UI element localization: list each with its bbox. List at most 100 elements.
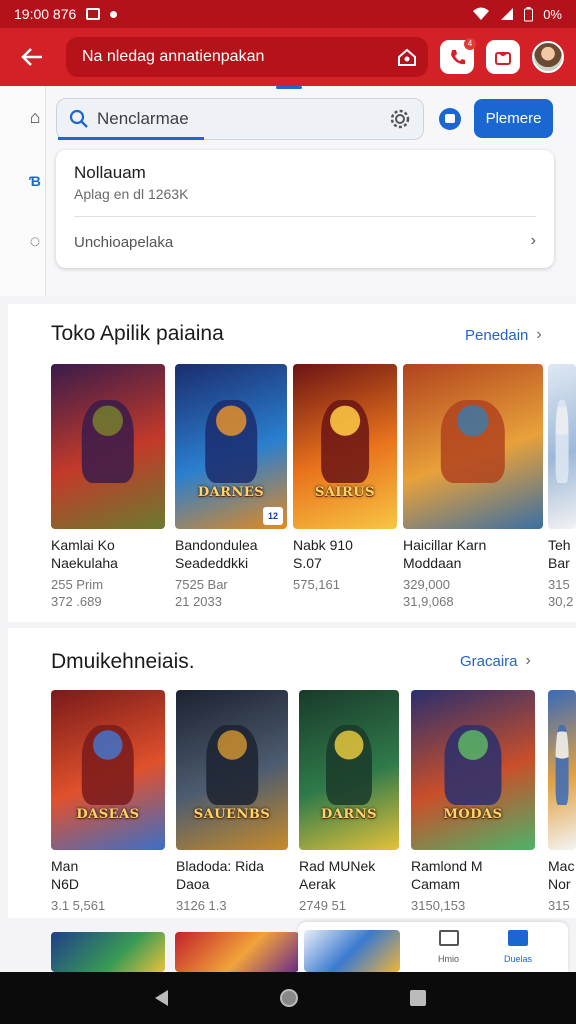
side-rail: ⌂ Ɓ ◌	[0, 86, 46, 296]
app-card[interactable]: DASEAS Man N6D 3.1 5,561	[51, 690, 165, 914]
calls-button[interactable]: 4	[440, 38, 476, 74]
see-more-link[interactable]: Penedain ›	[465, 326, 542, 344]
app-bar: Na nledag annatienpakan 4	[0, 28, 576, 86]
app-meta: 329,000 31,9,068	[403, 576, 543, 610]
app-name: Mac Nor	[548, 857, 576, 893]
game-logo: DASEAS	[76, 807, 140, 823]
partial-app-thumbnail[interactable]	[51, 932, 165, 972]
tab-icon	[508, 930, 528, 946]
app-artwork	[403, 364, 543, 529]
app-artwork: MODAS	[411, 690, 535, 850]
app-name-line: Bladoda: Rida	[176, 858, 264, 874]
see-more-label: Penedain	[465, 326, 529, 344]
app-card[interactable]: SAIRUS Nabk 910 S.07 575,161	[293, 364, 397, 593]
app-name: Bandondulea Seadeddkki	[175, 536, 287, 572]
app-artwork	[51, 364, 165, 529]
tab-home[interactable]: Hmio	[438, 930, 459, 964]
hero-figure	[321, 400, 369, 483]
search-input[interactable]: Nenclarmae	[56, 98, 424, 140]
game-logo: DARNS	[321, 807, 377, 823]
hero-figure	[206, 725, 258, 806]
app-card[interactable]: DARNS Rad MUNek Aerak 2749 51	[299, 690, 399, 914]
app-meta-line: 21 2033	[175, 594, 222, 609]
app-tab-icon[interactable]: Ɓ	[24, 170, 46, 192]
app-name: Ramlond M Camam	[411, 857, 535, 893]
divider	[74, 216, 536, 217]
section-title: Dmuikehneiais.	[51, 650, 195, 673]
hero-figure	[555, 400, 569, 483]
home-icon[interactable]	[396, 47, 418, 67]
app-artwork: SAIRUS	[293, 364, 397, 529]
app-name: Kamlai Ko Naekulaha	[51, 536, 165, 572]
nav-home-icon[interactable]	[278, 987, 300, 1009]
app-card[interactable]: Teh Bar 315 30,2	[548, 364, 576, 610]
drag-handle[interactable]	[276, 86, 302, 89]
tab-label: Duelas	[504, 954, 533, 964]
store-button[interactable]	[486, 40, 520, 74]
app-meta: 2749 51	[299, 897, 399, 914]
app-name-line: Teh	[548, 537, 571, 553]
age-rating-badge: 12	[263, 507, 283, 525]
app-meta: 3.1 5,561	[51, 897, 165, 914]
chat-outline-icon[interactable]: ◌	[24, 230, 46, 252]
app-artwork	[548, 364, 576, 529]
settings-icon[interactable]	[389, 108, 411, 130]
see-more-link[interactable]: Gracaira ›	[460, 652, 531, 670]
app-artwork	[548, 690, 576, 850]
partial-app-thumbnail[interactable]	[175, 932, 299, 972]
search-icon	[69, 109, 88, 128]
wifi-icon	[473, 7, 490, 20]
suggestion-row[interactable]: Unchioapelaka	[74, 234, 173, 251]
tab-icon	[438, 930, 459, 946]
app-artwork: SAUENBS	[176, 690, 288, 850]
app-meta: 3126 1.3	[176, 897, 288, 914]
suggestion-title[interactable]: Nollauam	[74, 163, 146, 183]
back-button[interactable]	[12, 37, 52, 77]
app-card[interactable]: DARNES 12 Bandondulea Seadeddkki 7525 Bar 21 …	[175, 364, 287, 610]
app-name-line: Nor	[548, 876, 571, 892]
nav-recents-icon[interactable]	[408, 988, 428, 1008]
hero-figure	[444, 725, 502, 806]
see-more-label: Gracaira	[460, 652, 518, 670]
app-name-line: Ramlond M	[411, 858, 483, 874]
app-card[interactable]: MODAS Ramlond M Camam 3150,153	[411, 690, 535, 914]
nav-back-icon[interactable]	[152, 988, 170, 1008]
app-name: Teh Bar	[548, 536, 576, 572]
hero-figure	[555, 725, 569, 806]
app-name-line: Rad MUNek	[299, 858, 376, 874]
partial-app-thumbnail[interactable]	[304, 930, 400, 972]
primary-button[interactable]: Plemere	[474, 99, 553, 138]
app-meta-line: 329,000	[403, 577, 450, 592]
tab-details[interactable]: Duelas	[504, 930, 532, 964]
shopping-bag-icon	[495, 52, 511, 65]
app-meta: 575,161	[293, 576, 397, 593]
app-card[interactable]: Kamlai Ko Naekulaha 255 Prim 372 .689	[51, 364, 165, 610]
app-meta-line: 372 .689	[51, 594, 102, 609]
app-meta-line: 315	[548, 577, 570, 592]
app-card[interactable]: Mac Nor 315	[548, 690, 576, 914]
suggestion-subtitle: Aplag en dl 1263K	[74, 186, 189, 202]
url-bar[interactable]: Na nledag annatienpakan	[66, 37, 428, 77]
status-bar: 19:00 876 0%	[0, 0, 576, 28]
app-meta-line: 3.1 5,561	[51, 898, 106, 913]
avatar[interactable]	[532, 41, 564, 73]
app-name-line: Haicillar Karn	[403, 537, 487, 553]
bottom-tab-bar: Hmio Duelas	[298, 922, 568, 972]
app-card[interactable]: Haicillar Karn Moddaan 329,000 31,9,068	[403, 364, 543, 610]
game-logo: MODAS	[443, 807, 503, 823]
app-card[interactable]: SAUENBS Bladoda: Rida Daoa 3126 1.3	[176, 690, 288, 914]
app-meta: 315	[548, 897, 576, 914]
app-name: Nabk 910 S.07	[293, 536, 397, 572]
app-meta-line: 2749 51	[299, 898, 346, 913]
app-meta-line: 30,2	[548, 594, 574, 609]
home-outline-icon[interactable]: ⌂	[24, 106, 46, 128]
app-name-line: Camam	[411, 876, 461, 892]
hero-figure	[81, 725, 135, 806]
app-name-line: Bar	[548, 555, 570, 571]
app-meta-line: 315	[548, 898, 570, 913]
app-name-line: Moddaan	[403, 555, 462, 571]
app-meta-line: 255 Prim	[51, 577, 104, 592]
back-arrow-icon	[21, 48, 42, 66]
hero-figure	[326, 725, 372, 806]
chat-bubble-icon[interactable]	[437, 106, 463, 132]
